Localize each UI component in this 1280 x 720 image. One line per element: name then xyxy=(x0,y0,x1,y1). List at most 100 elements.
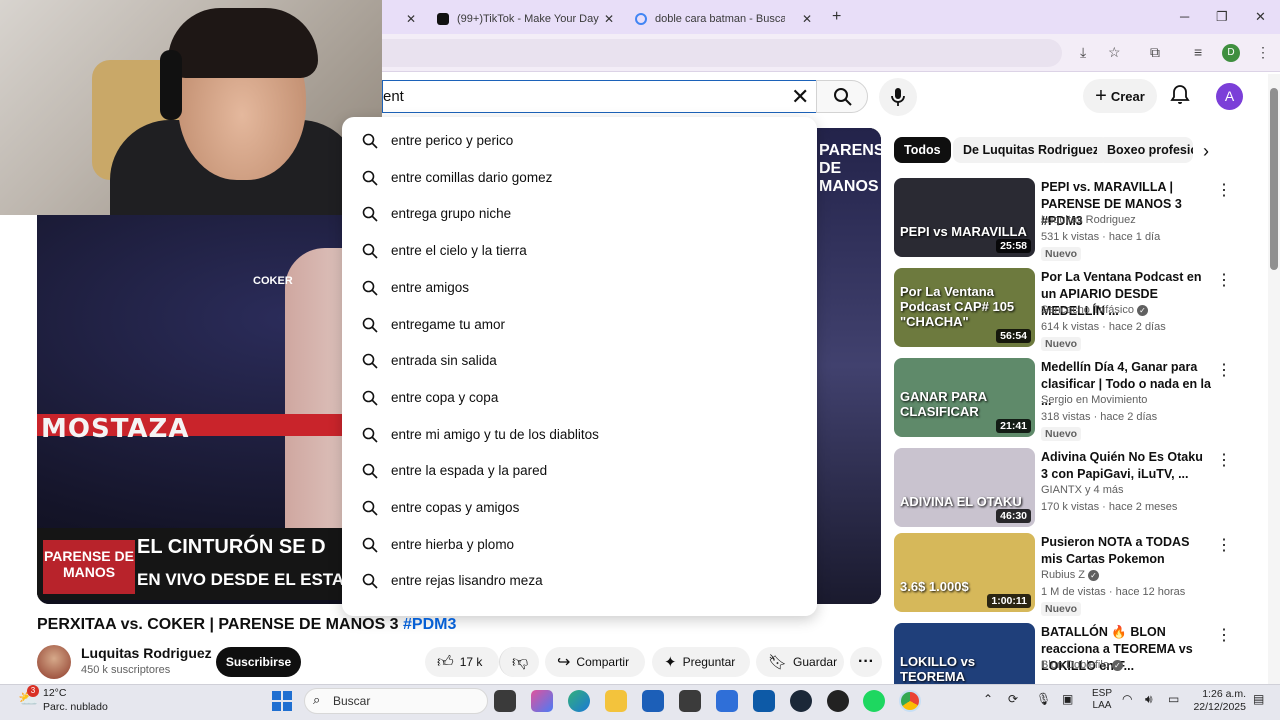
video-title[interactable]: Pusieron NOTA a TODAS mis Cartas Pokemon xyxy=(1041,534,1211,568)
windows-start-icon[interactable] xyxy=(272,691,292,711)
ask-button[interactable]: ✦ Preguntar xyxy=(652,647,750,677)
suggestion-item[interactable]: entre amigos xyxy=(342,270,817,306)
more-vertical-icon[interactable]: ⋮ xyxy=(1216,180,1232,200)
search-button[interactable] xyxy=(816,80,868,113)
channel-name[interactable]: GIANTX y 4 más xyxy=(1041,484,1124,496)
install-app-icon[interactable]: ⤓ xyxy=(1080,44,1086,61)
weather-temperature[interactable]: 12°C xyxy=(43,687,66,699)
taskbar-search[interactable] xyxy=(304,688,488,714)
suggestion-item[interactable]: entre copas y amigos xyxy=(342,490,817,526)
outlook-icon[interactable] xyxy=(753,690,775,712)
spotify-icon[interactable] xyxy=(863,690,885,712)
more-vertical-icon[interactable]: ⋮ xyxy=(1216,625,1232,645)
browser-profile-avatar[interactable]: D xyxy=(1222,44,1240,62)
notifications-bell-icon[interactable] xyxy=(1168,83,1192,107)
channel-avatar[interactable] xyxy=(37,645,71,679)
suggestion-item[interactable]: entregame tu amor xyxy=(342,307,817,343)
channel-name[interactable]: Sergio en Movimiento xyxy=(1041,394,1147,406)
microphone-tray-icon[interactable]: 🎙︎ xyxy=(1036,692,1051,706)
suggestion-item[interactable]: entre copa y copa xyxy=(342,380,817,416)
suggestion-item[interactable]: entrega grupo niche xyxy=(342,196,817,232)
system-clock[interactable]: 1:26 a.m. 22/12/2025 xyxy=(1190,688,1246,714)
app-icon[interactable] xyxy=(679,690,701,712)
recommended-video[interactable]: ADIVINA EL OTAKU 46:30 Adivina Quién No Es… xyxy=(894,448,1234,528)
channel-name[interactable]: Blon Doblefilo ✓ xyxy=(1041,659,1123,671)
edge-icon[interactable] xyxy=(568,690,590,712)
suggestion-item[interactable]: entre la espada y la pared xyxy=(342,453,817,489)
suggestion-item[interactable]: entrada sin salida xyxy=(342,343,817,379)
suggestion-item[interactable]: entre comillas dario gomez xyxy=(342,160,817,196)
account-avatar[interactable]: A xyxy=(1216,83,1243,110)
channel-name[interactable]: Sancocho Trifásico ✓ xyxy=(1041,304,1148,316)
suggestion-item[interactable]: entre perico y perico xyxy=(342,123,817,159)
wifi-icon[interactable]: ◠ xyxy=(1122,692,1132,706)
more-actions-button[interactable]: ··· xyxy=(850,647,882,677)
channel-name[interactable]: Luquitas Rodriguez xyxy=(1041,214,1136,226)
task-view-icon[interactable] xyxy=(494,690,516,712)
tab-close-icon[interactable]: ✕ xyxy=(802,12,812,26)
channel-name[interactable]: Rubius Z ✓ xyxy=(1041,569,1100,581)
media-controls-icon[interactable]: ≡ xyxy=(1194,44,1202,60)
video-thumbnail[interactable]: PEPI vs MARAVILLA 25:58 xyxy=(894,178,1035,257)
copilot-icon[interactable] xyxy=(531,690,553,712)
minimize-icon[interactable]: ─ xyxy=(1180,9,1189,24)
recommended-video[interactable]: 3.6$ 1.000$ 1:00:11 Pusieron NOTA a TODAS … xyxy=(894,533,1234,616)
subscribe-button[interactable]: Suscribirse xyxy=(216,647,301,677)
browser-menu-icon[interactable]: ⋮ xyxy=(1256,44,1270,61)
video-title[interactable]: Adivina Quién No Es Otaku 3 con PapiGavi… xyxy=(1041,449,1211,483)
hashtag-link[interactable]: #PDM3 xyxy=(403,616,456,633)
chevron-up-icon[interactable]: ⌃ xyxy=(983,692,993,706)
suggestion-item[interactable]: entre mi amigo y tu de los diablitos xyxy=(342,417,817,453)
video-thumbnail[interactable]: Por La Ventana Podcast CAP# 105 "CHACHA"… xyxy=(894,268,1035,347)
save-button[interactable]: 🔖︎ Guardar xyxy=(756,647,844,677)
taskbar-search-label[interactable]: Buscar xyxy=(333,694,370,708)
more-vertical-icon[interactable]: ⋮ xyxy=(1216,535,1232,555)
file-explorer-icon[interactable] xyxy=(605,690,627,712)
store-icon[interactable] xyxy=(642,690,664,712)
video-thumbnail[interactable]: ADIVINA EL OTAKU 46:30 xyxy=(894,448,1035,527)
tab-tiktok[interactable]: (99+)TikTok - Make Your Day ✕ xyxy=(437,4,627,34)
more-vertical-icon[interactable]: ⋮ xyxy=(1216,450,1232,470)
close-window-icon[interactable]: ✕ xyxy=(1255,9,1266,25)
visual-studio-icon[interactable] xyxy=(716,690,738,712)
more-vertical-icon[interactable]: ⋮ xyxy=(1216,270,1232,290)
more-vertical-icon[interactable]: ⋮ xyxy=(1216,360,1232,380)
bookmark-star-icon[interactable]: ☆ xyxy=(1108,44,1121,61)
chrome-icon[interactable] xyxy=(899,690,921,712)
share-button[interactable]: ↪ Compartir xyxy=(545,647,645,677)
weather-description[interactable]: Parc. nublado xyxy=(43,701,108,713)
new-tab-button[interactable]: + xyxy=(832,8,841,26)
voice-search-button[interactable] xyxy=(879,78,917,116)
like-button[interactable]: 👍︎ 17 k xyxy=(425,647,499,677)
sync-icon[interactable]: ⟳ xyxy=(1008,692,1018,706)
notification-center-icon[interactable]: ▤ xyxy=(1253,692,1264,706)
suggestion-item[interactable]: entre el cielo y la tierra xyxy=(342,233,817,269)
clear-search-icon[interactable]: ✕ xyxy=(791,84,809,110)
recommended-video[interactable]: Por La Ventana Podcast CAP# 105 "CHACHA"… xyxy=(894,268,1234,351)
steam-icon[interactable] xyxy=(790,690,812,712)
volume-icon[interactable]: 🔊︎ xyxy=(1145,692,1153,707)
github-icon[interactable] xyxy=(827,690,849,712)
chevron-right-icon[interactable]: › xyxy=(1203,141,1209,162)
chip-channel[interactable]: De Luquitas Rodriguez xyxy=(953,137,1110,163)
create-button[interactable]: + Crear xyxy=(1083,79,1157,113)
recommended-video[interactable]: PEPI vs MARAVILLA 25:58 PEPI vs. MARAVILLA… xyxy=(894,178,1234,261)
display-icon[interactable]: ▣ xyxy=(1062,692,1073,706)
suggestion-item[interactable]: entre rejas lisandro meza xyxy=(342,563,817,599)
search-input[interactable] xyxy=(383,81,783,112)
battery-icon[interactable]: ▭ xyxy=(1168,692,1179,706)
maximize-icon[interactable]: ❐ xyxy=(1216,9,1228,25)
recommended-video[interactable]: GANAR PARA CLASIFICAR 21:41 Medellín Día 4… xyxy=(894,358,1234,441)
language-indicator[interactable]: ESP LAA xyxy=(1092,688,1112,712)
tab-google[interactable]: doble cara batman - Buscar con ✕ xyxy=(635,4,825,34)
chip-todos[interactable]: Todos xyxy=(894,137,951,163)
extensions-icon[interactable]: ⧉ xyxy=(1150,44,1160,61)
scrollbar-thumb[interactable] xyxy=(1270,88,1278,270)
chip-boxeo[interactable]: Boxeo profesio xyxy=(1097,137,1193,163)
suggestion-item[interactable]: entre hierba y plomo xyxy=(342,527,817,563)
tab-close-icon[interactable]: ✕ xyxy=(604,12,614,26)
channel-name[interactable]: Luquitas Rodriguez xyxy=(81,645,212,661)
video-thumbnail[interactable]: 3.6$ 1.000$ 1:00:11 xyxy=(894,533,1035,612)
video-thumbnail[interactable]: GANAR PARA CLASIFICAR 21:41 xyxy=(894,358,1035,437)
dislike-button[interactable]: 👎︎ xyxy=(499,647,539,677)
